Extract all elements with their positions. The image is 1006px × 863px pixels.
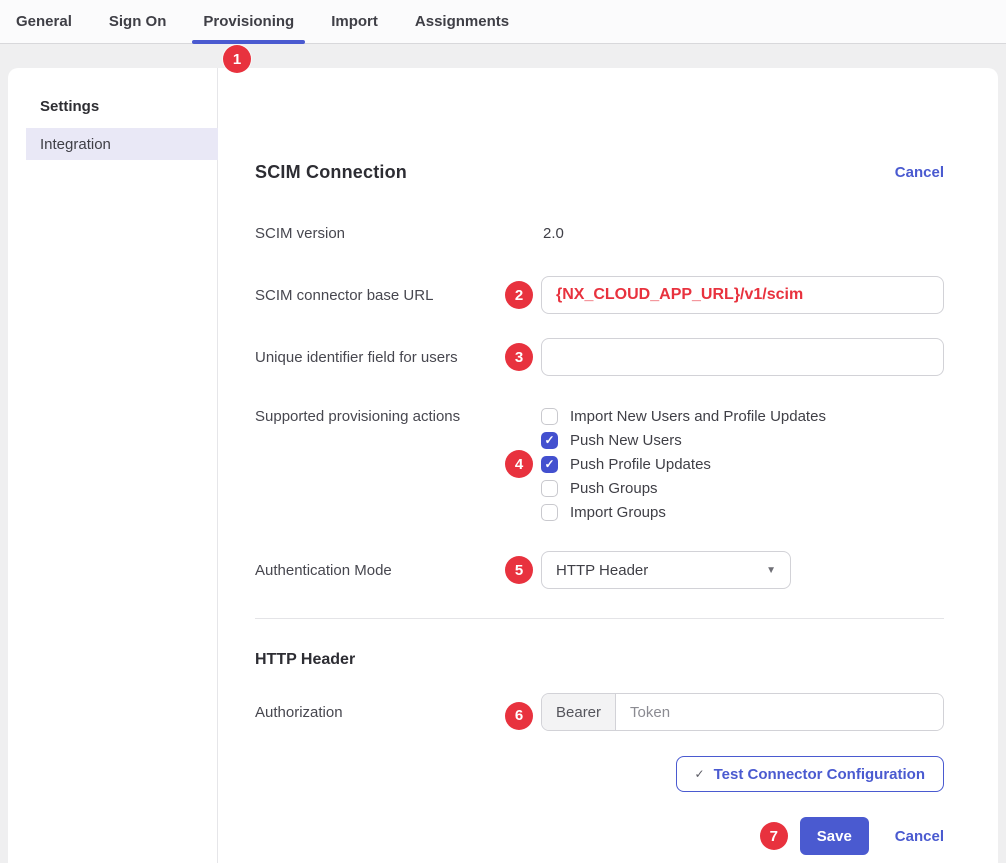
provisioning-actions-row: Supported provisioning actions 4 Import … [255,404,944,524]
step-badge-3: 3 [505,343,533,371]
authorization-input-group: Bearer [541,693,944,731]
section-divider [255,618,944,619]
sidebar-heading: Settings [40,98,217,115]
auth-mode-label: Authentication Mode [255,562,541,579]
page-title: SCIM Connection [255,162,407,183]
auth-mode-selected-value: HTTP Header [556,562,648,579]
checkbox-label: Push New Users [570,432,682,449]
scim-version-row: SCIM version 2.0 [255,225,944,242]
bearer-prefix: Bearer [542,694,616,730]
cancel-link-top[interactable]: Cancel [895,164,944,181]
checkbox-row-import-groups[interactable]: Import Groups [541,500,944,524]
checkbox-row-push-new-users[interactable]: ✓ Push New Users [541,428,944,452]
test-connector-configuration-label: Test Connector Configuration [714,766,925,783]
base-url-row: SCIM connector base URL 2 [255,276,944,314]
checkbox-label: Import New Users and Profile Updates [570,408,826,425]
step-badge-2: 2 [505,281,533,309]
authorization-label: Authorization [255,704,541,721]
http-header-section-heading: HTTP Header [255,651,944,669]
checkbox-row-push-profile-updates[interactable]: ✓ Push Profile Updates [541,452,944,476]
checkbox-unchecked[interactable] [541,480,558,497]
checkbox-label: Push Groups [570,480,658,497]
checkbox-checked[interactable]: ✓ [541,456,558,473]
sidebar-item-integration[interactable]: Integration [26,128,218,160]
step-badge-5: 5 [505,556,533,584]
scim-version-label: SCIM version [255,225,541,242]
auth-mode-row: Authentication Mode 5 HTTP Header ▼ [255,551,944,589]
base-url-input[interactable] [541,276,944,314]
test-connector-configuration-button[interactable]: ✓ Test Connector Configuration [676,756,944,792]
save-button[interactable]: Save [800,817,869,855]
checkbox-row-import-new-users[interactable]: Import New Users and Profile Updates [541,404,944,428]
step-badge-1: 1 [223,45,251,73]
tab-general[interactable]: General [16,0,72,44]
cancel-link-bottom[interactable]: Cancel [895,828,944,845]
chevron-down-icon: ▼ [766,565,776,576]
tab-import[interactable]: Import [331,0,378,44]
step-badge-6: 6 [505,702,533,730]
check-icon: ✓ [695,767,705,781]
provisioning-actions-label: Supported provisioning actions [255,404,541,425]
base-url-label: SCIM connector base URL [255,287,541,304]
step-badge-4: 4 [505,450,533,478]
checkbox-unchecked[interactable] [541,504,558,521]
tab-assignments[interactable]: Assignments [415,0,509,44]
tab-sign-on[interactable]: Sign On [109,0,167,44]
authorization-row: Authorization 6 Bearer [255,693,944,731]
checkbox-unchecked[interactable] [541,408,558,425]
unique-id-row: Unique identifier field for users 3 [255,338,944,376]
checkbox-checked[interactable]: ✓ [541,432,558,449]
token-input[interactable] [616,694,943,730]
checkbox-row-push-groups[interactable]: Push Groups [541,476,944,500]
unique-id-input[interactable] [541,338,944,376]
checkbox-label: Push Profile Updates [570,456,711,473]
scim-version-value: 2.0 [541,225,944,242]
checkbox-label: Import Groups [570,504,666,521]
scim-connection-panel: SCIM Connection Cancel SCIM version 2.0 … [218,68,998,863]
step-badge-7: 7 [760,822,788,850]
settings-sidebar: Settings Integration [8,68,218,863]
auth-mode-select[interactable]: HTTP Header ▼ [541,551,791,589]
unique-id-label: Unique identifier field for users [255,349,541,366]
provisioning-card: Settings Integration SCIM Connection Can… [8,68,998,863]
app-tab-bar: General Sign On Provisioning Import Assi… [0,0,1006,44]
tab-provisioning[interactable]: Provisioning [203,0,294,44]
